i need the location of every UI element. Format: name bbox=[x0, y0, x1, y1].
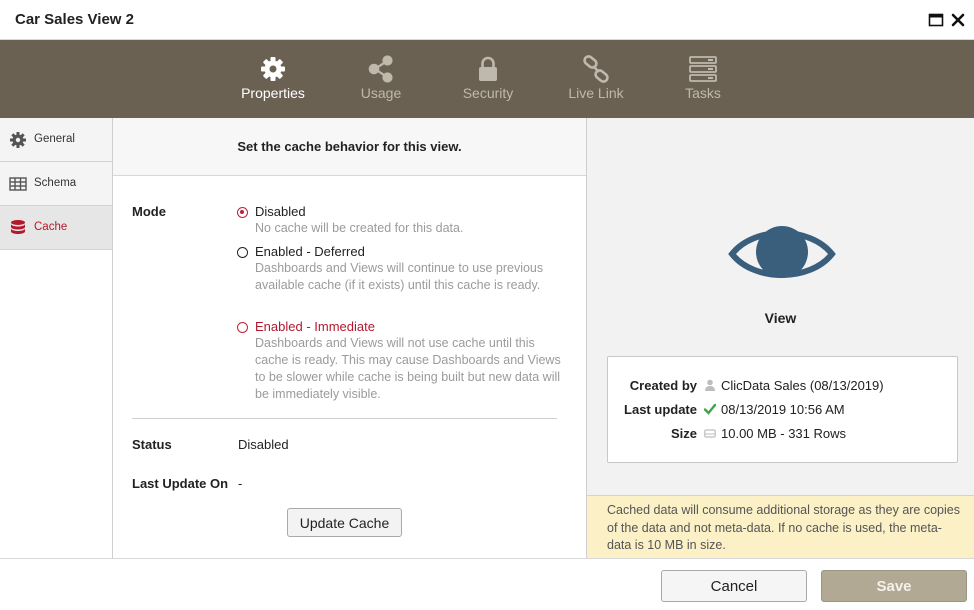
tab-properties[interactable]: Properties bbox=[228, 40, 318, 118]
size-value: 10.00 MB - 331 Rows bbox=[721, 426, 847, 441]
tab-live-link-label: Live Link bbox=[568, 85, 624, 101]
view-info-panel: View Created by ClicData Sales (08/13/20… bbox=[587, 118, 974, 558]
tab-tasks[interactable]: Tasks bbox=[658, 40, 748, 118]
database-icon bbox=[11, 220, 25, 234]
sidebar-item-label: Cache bbox=[34, 221, 68, 233]
radio-disabled-indicator[interactable] bbox=[237, 207, 248, 218]
eye-icon bbox=[728, 226, 836, 278]
last-update-label: Last Update On bbox=[132, 476, 229, 491]
panel-header: Set the cache behavior for this view. bbox=[113, 118, 586, 176]
gear-icon bbox=[261, 57, 285, 81]
last-update-value: - bbox=[238, 476, 243, 491]
storage-notice: Cached data will consume additional stor… bbox=[587, 495, 974, 558]
radio-deferred-label: Enabled - Deferred bbox=[255, 244, 365, 259]
status-value: Disabled bbox=[238, 437, 289, 452]
created-by-value: ClicData Sales (08/13/2019) bbox=[721, 378, 884, 393]
sidebar-item-schema[interactable]: Schema bbox=[0, 162, 112, 206]
tab-properties-label: Properties bbox=[241, 85, 305, 101]
update-cache-button[interactable]: Update Cache bbox=[287, 508, 402, 537]
dialog-footer: Cancel Save bbox=[0, 558, 974, 610]
link-icon bbox=[583, 55, 609, 83]
section-divider bbox=[132, 418, 557, 419]
tab-tasks-label: Tasks bbox=[685, 85, 721, 101]
object-type-label: View bbox=[764, 310, 797, 326]
radio-disabled-label: Disabled bbox=[255, 204, 306, 219]
hard-drive-icon bbox=[704, 429, 716, 438]
save-button[interactable]: Save bbox=[821, 570, 967, 602]
checkmark-icon bbox=[704, 403, 716, 415]
last-update-info-label: Last update bbox=[624, 402, 697, 417]
top-navigation: Properties Usage Security Live Link Task… bbox=[0, 40, 974, 118]
radio-immediate-label: Enabled - Immediate bbox=[255, 319, 375, 334]
window-titlebar: Car Sales View 2 bbox=[0, 0, 974, 40]
user-icon bbox=[705, 379, 715, 391]
tab-usage[interactable]: Usage bbox=[336, 40, 426, 118]
radio-disabled-description: No cache will be created for this data. bbox=[255, 221, 464, 235]
table-icon bbox=[9, 177, 27, 191]
radio-immediate-indicator[interactable] bbox=[237, 322, 248, 333]
created-by-label: Created by bbox=[629, 378, 697, 393]
maximize-icon[interactable] bbox=[928, 12, 944, 28]
window-title: Car Sales View 2 bbox=[15, 11, 134, 28]
sidebar-item-label: General bbox=[34, 133, 75, 145]
mode-label: Mode bbox=[132, 204, 166, 219]
sidebar-item-label: Schema bbox=[34, 177, 77, 189]
tab-security-label: Security bbox=[462, 85, 514, 101]
radio-deferred-description: Dashboards and Views will continue to us… bbox=[255, 261, 544, 292]
sidebar-item-general[interactable]: General bbox=[0, 118, 112, 162]
cache-settings-panel: Set the cache behavior for this view. Mo… bbox=[113, 118, 587, 558]
last-update-info-value: 08/13/2019 10:56 AM bbox=[721, 402, 845, 417]
size-label: Size bbox=[670, 426, 697, 441]
radio-deferred-indicator[interactable] bbox=[237, 247, 248, 258]
metadata-box: Created by ClicData Sales (08/13/2019) L… bbox=[607, 356, 958, 463]
tasks-icon bbox=[689, 56, 717, 82]
tab-security[interactable]: Security bbox=[443, 40, 533, 118]
share-icon bbox=[368, 55, 393, 83]
close-icon[interactable] bbox=[950, 12, 966, 28]
sidebar-item-cache[interactable]: Cache bbox=[0, 206, 112, 250]
status-label: Status bbox=[132, 437, 172, 452]
cancel-button[interactable]: Cancel bbox=[661, 570, 807, 602]
sidebar: General Schema Cache bbox=[0, 118, 113, 558]
gear-icon bbox=[10, 132, 26, 148]
radio-immediate-description: Dashboards and Views will not use cache … bbox=[255, 336, 561, 401]
tab-live-link[interactable]: Live Link bbox=[551, 40, 641, 118]
lock-icon bbox=[479, 56, 497, 81]
tab-usage-label: Usage bbox=[360, 85, 402, 101]
panel-header-text: Set the cache behavior for this view. bbox=[237, 139, 462, 154]
